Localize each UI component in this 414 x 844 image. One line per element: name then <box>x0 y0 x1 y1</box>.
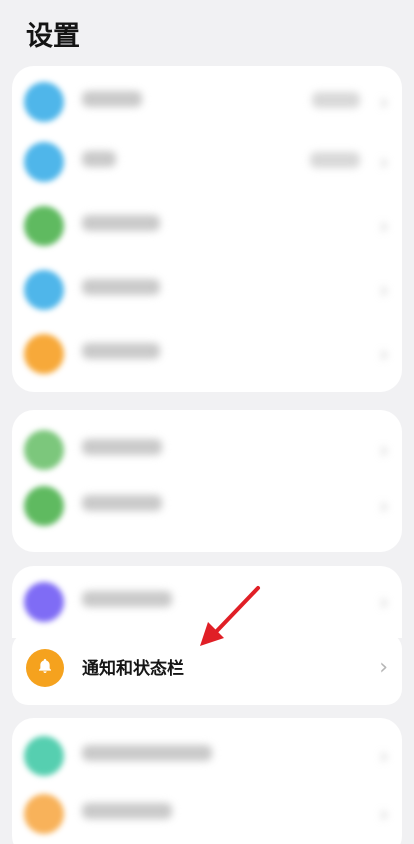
settings-item[interactable]: › <box>12 130 402 194</box>
annotation-arrow-icon <box>200 586 260 646</box>
settings-group-1: › › › › › <box>12 66 402 392</box>
chevron-right-icon: › <box>379 655 388 680</box>
chevron-right-icon: › <box>380 150 388 174</box>
blurred-icon <box>24 334 64 374</box>
notifications-status-bar-label: 通知和状态栏 <box>82 659 184 679</box>
notification-icon-bg <box>26 649 64 687</box>
settings-group-2: › › <box>12 410 402 552</box>
blurred-icon <box>24 794 64 834</box>
blurred-icon <box>24 270 64 310</box>
settings-item-label <box>82 91 142 113</box>
settings-group-4: › › <box>12 718 402 844</box>
chevron-right-icon: › <box>380 342 388 366</box>
chevron-right-icon: › <box>380 590 388 614</box>
chevron-right-icon: › <box>380 744 388 768</box>
blurred-icon <box>24 430 64 470</box>
page-title: 设置 <box>26 21 80 52</box>
chevron-right-icon: › <box>380 214 388 238</box>
blurred-icon <box>24 486 64 526</box>
bell-icon <box>39 658 51 674</box>
settings-item[interactable]: › <box>12 322 402 386</box>
settings-item[interactable]: › <box>12 194 402 258</box>
chevron-right-icon: › <box>380 494 388 518</box>
blurred-icon <box>24 142 64 182</box>
settings-item[interactable]: › <box>12 258 402 322</box>
blurred-icon <box>24 582 64 622</box>
settings-item-label <box>82 279 160 301</box>
settings-item[interactable]: › <box>12 70 402 134</box>
chevron-right-icon: › <box>380 90 388 114</box>
settings-item-value <box>312 92 360 114</box>
settings-item[interactable]: › <box>12 724 402 788</box>
settings-item-label <box>82 591 172 613</box>
settings-item-label <box>82 439 162 461</box>
settings-item[interactable]: › <box>12 474 402 538</box>
chevron-right-icon: › <box>380 438 388 462</box>
settings-item-label <box>82 343 160 365</box>
settings-item-label <box>82 151 116 173</box>
settings-item-label <box>82 803 172 825</box>
blurred-icon <box>24 206 64 246</box>
chevron-right-icon: › <box>380 278 388 302</box>
chevron-right-icon: › <box>380 802 388 826</box>
settings-item[interactable]: › <box>12 782 402 844</box>
settings-item-label <box>82 745 212 767</box>
blurred-icon <box>24 736 64 776</box>
settings-item-value <box>310 152 360 174</box>
settings-item-label <box>82 495 162 517</box>
settings-item[interactable]: › <box>12 418 402 482</box>
settings-item-label <box>82 215 160 237</box>
blurred-icon <box>24 82 64 122</box>
